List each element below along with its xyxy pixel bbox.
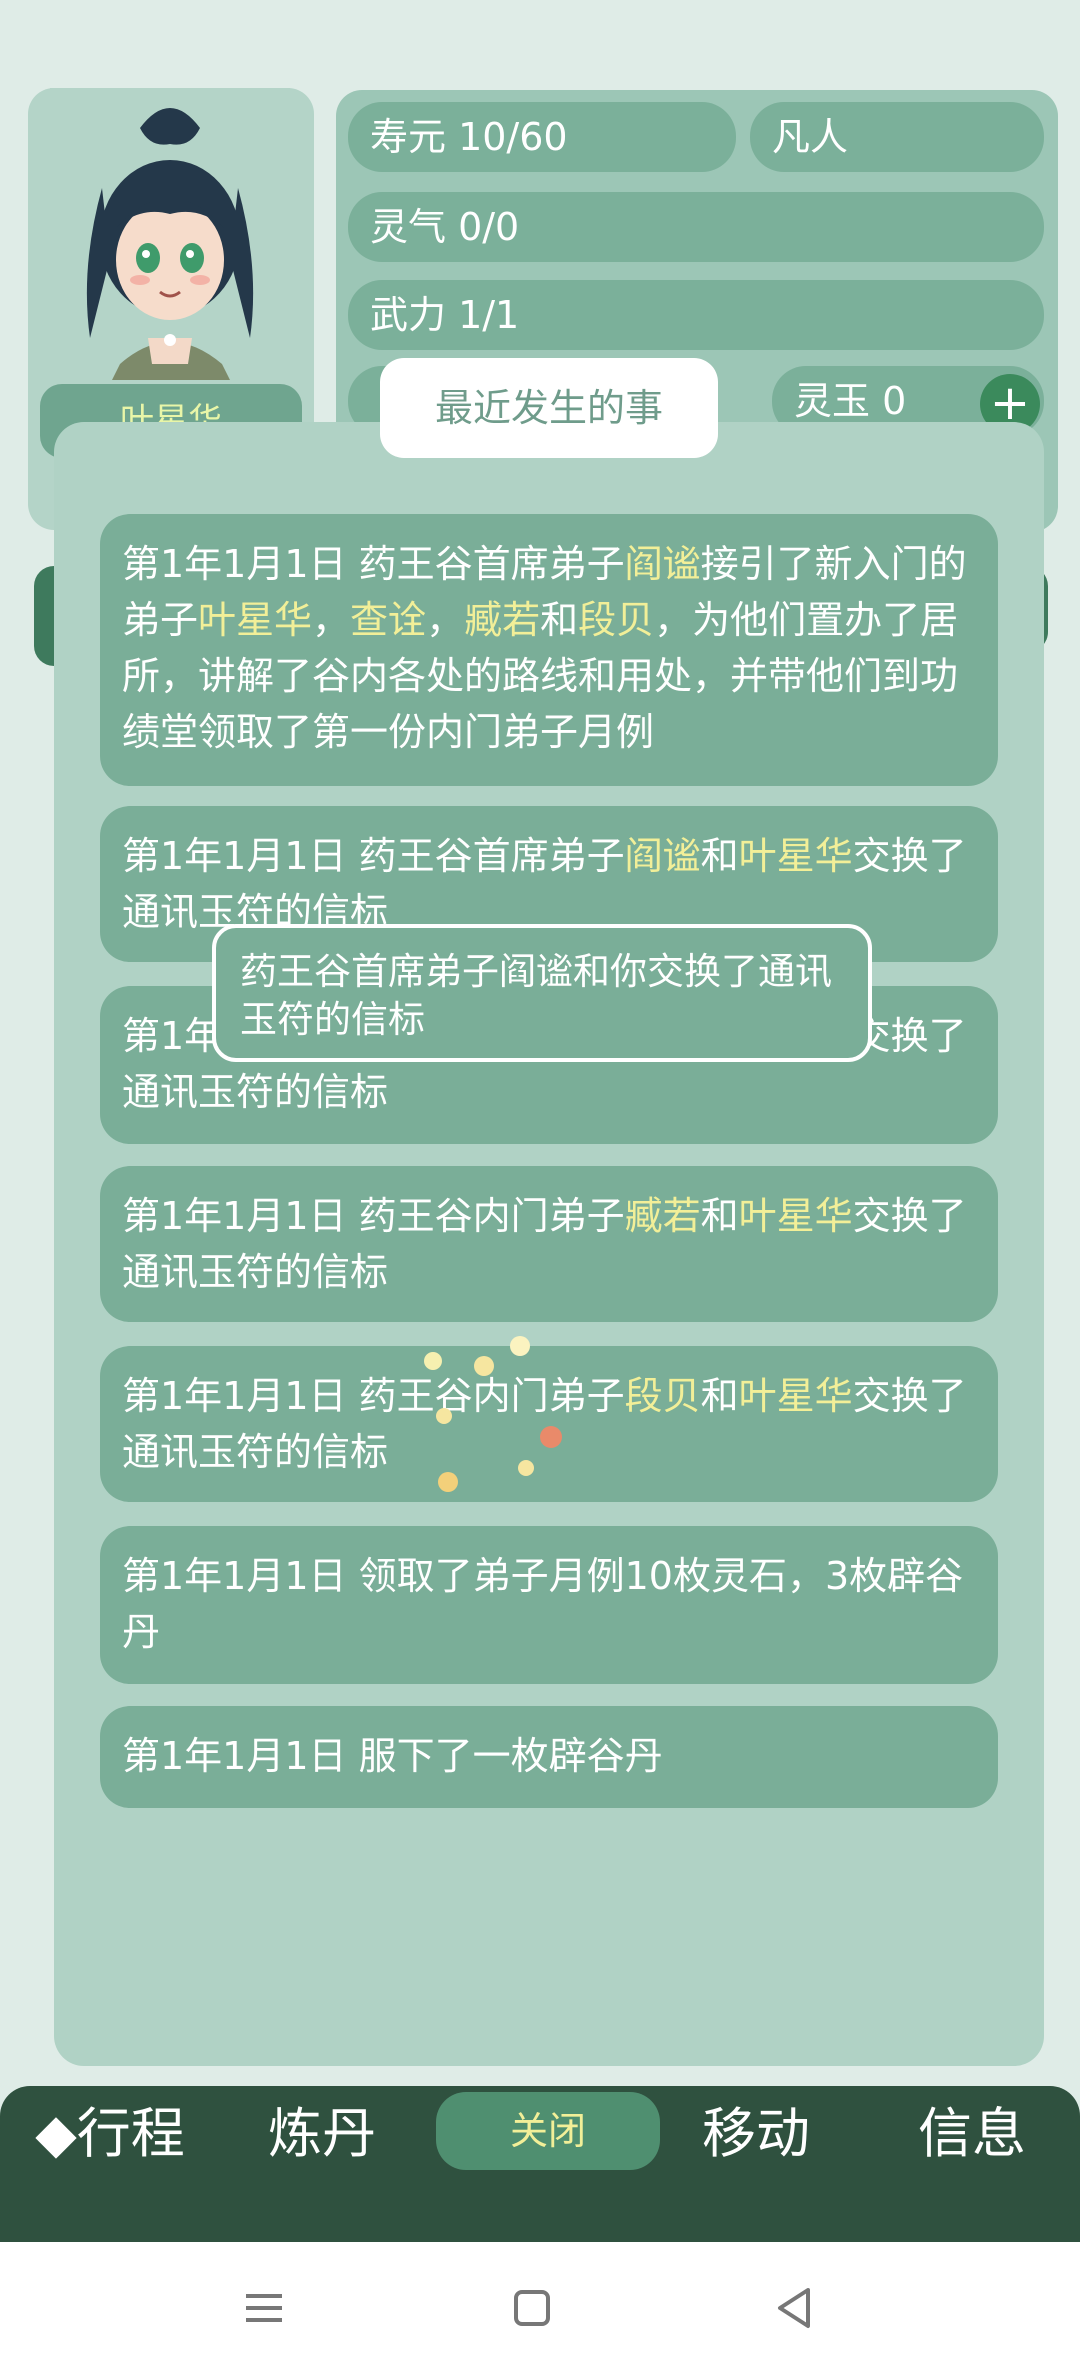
sparkle-effect [540, 1426, 562, 1448]
person-name: 臧若 [464, 598, 541, 642]
event-text: 第1年1月1日 服下了一枚辟谷丹 [122, 1734, 663, 1778]
event-card: 第1年1月1日 服下了一枚辟谷丹 [100, 1706, 998, 1808]
event-text: ， [312, 598, 351, 642]
sparkle-effect [518, 1460, 534, 1476]
person-name: 叶星华 [738, 1374, 853, 1418]
event-text: 第1年1月1日 药王谷首席弟子 [122, 542, 625, 586]
person-name: 查诠 [350, 598, 427, 642]
sparkle-effect [436, 1408, 452, 1424]
sparkle-effect [510, 1336, 530, 1356]
modal-title: 最近发生的事 [380, 358, 718, 458]
person-name: 段贝 [578, 598, 655, 642]
event-card: 第1年1月1日 领取了弟子月例10枚灵石，3枚辟谷丹 [100, 1526, 998, 1684]
nav-journey[interactable]: ◆行程 [20, 2094, 200, 2174]
close-button[interactable]: 关闭 [436, 2092, 660, 2170]
back-icon[interactable] [764, 2278, 824, 2338]
sparkle-effect [474, 1356, 494, 1376]
nav-alchemy[interactable]: 炼丹 [232, 2094, 412, 2174]
person-name: 臧若 [624, 1194, 701, 1238]
sparkle-effect [424, 1352, 442, 1370]
event-text: 第1年1月1日 领取了弟子月例10枚灵石，3枚辟谷丹 [122, 1554, 964, 1654]
lifespan-stat: 寿元 10/60 [348, 102, 736, 172]
event-text: 和 [700, 1374, 739, 1418]
menu-icon[interactable] [234, 2278, 294, 2338]
martial-stat: 武力 1/1 [348, 280, 1044, 350]
sparkle-effect [438, 1472, 458, 1492]
home-icon[interactable] [502, 2278, 562, 2338]
event-text: 和 [700, 1194, 739, 1238]
event-text: 和 [540, 598, 579, 642]
nav-move[interactable]: 移动 [680, 2094, 832, 2174]
character-portrait [50, 88, 290, 380]
spirit-stat: 灵气 0/0 [348, 192, 1044, 262]
nav-info[interactable]: 信息 [896, 2094, 1048, 2174]
event-text: 第1年1月1日 药王谷首席弟子 [122, 834, 625, 878]
realm-stat: 凡人 [750, 102, 1044, 172]
notification-toast: 药王谷首席弟子阎谧和你交换了通讯玉符的信标 [212, 924, 872, 1062]
event-text: ， [426, 598, 465, 642]
event-text: 和 [700, 834, 739, 878]
person-name: 阎谧 [624, 834, 701, 878]
event-card: 第1年1月1日 药王谷首席弟子阎谧接引了新入门的弟子叶星华，查诠，臧若和段贝，为… [100, 514, 998, 786]
person-name: 叶星华 [738, 1194, 853, 1238]
person-name: 段贝 [624, 1374, 701, 1418]
event-card: 第1年1月1日 药王谷内门弟子段贝和叶星华交换了通讯玉符的信标 [100, 1346, 998, 1502]
event-text: 第1年1月1日 药王谷内门弟子 [122, 1194, 625, 1238]
event-card: 第1年1月1日 药王谷内门弟子臧若和叶星华交换了通讯玉符的信标 [100, 1166, 998, 1322]
person-name: 阎谧 [624, 542, 701, 586]
person-name: 叶星华 [198, 598, 313, 642]
event-text: 第1年1月1日 药王谷内门弟子 [122, 1374, 625, 1418]
person-name: 叶星华 [738, 834, 853, 878]
